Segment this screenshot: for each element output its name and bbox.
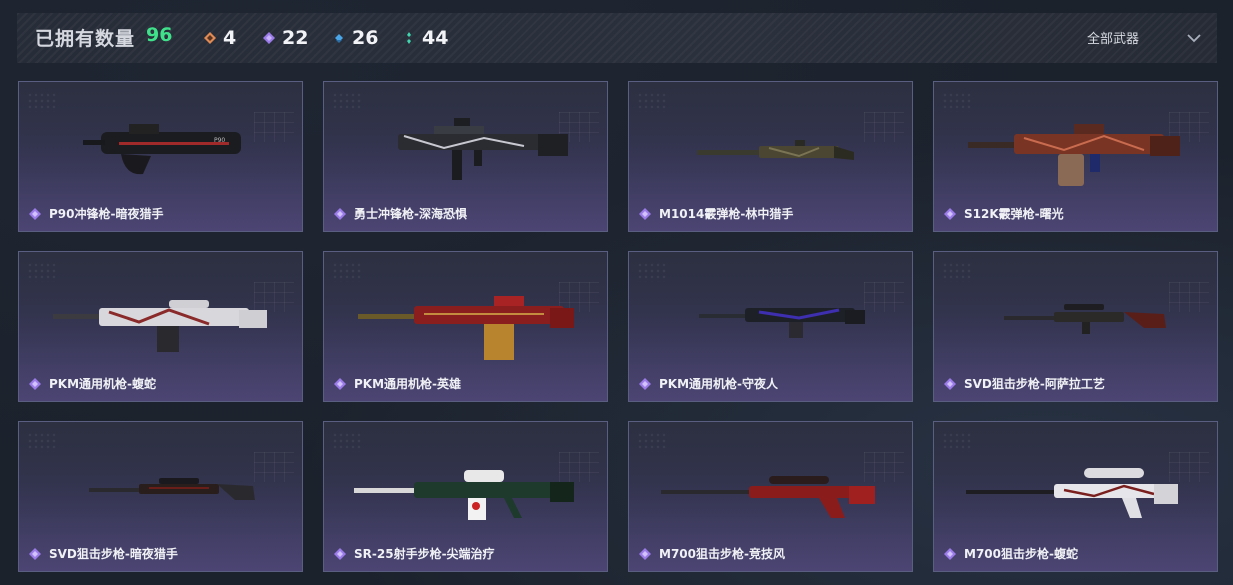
weapon-name: P90冲锋枪-暗夜猎手 bbox=[49, 207, 164, 221]
weapon-name: S12K霰弹枪-曙光 bbox=[964, 207, 1064, 221]
sr25-weapon-image bbox=[354, 470, 574, 520]
rarity-count-green: 44 bbox=[422, 27, 449, 49]
weapon-name-label: SVD狙击步枪-暗夜猎手 bbox=[29, 545, 178, 562]
weapon-name: PKM通用机枪-蝮蛇 bbox=[49, 377, 157, 391]
weapon-name: SR-25射手步枪-尖端治疗 bbox=[354, 547, 495, 561]
blue-diamond-icon bbox=[335, 34, 343, 43]
purple-diamond-icon bbox=[944, 207, 956, 220]
orange-diamond-icon bbox=[204, 32, 216, 44]
weapon-card[interactable]: S12K霰弹枪-曙光 bbox=[933, 81, 1218, 232]
rarity-stat-purple: 22 bbox=[262, 26, 308, 50]
purple-diamond-icon bbox=[944, 547, 956, 560]
pkm-weapon-image bbox=[699, 308, 865, 338]
svg-text:P90: P90 bbox=[214, 137, 225, 144]
weapon-filter-dropdown[interactable]: 全部武器 bbox=[1087, 28, 1203, 47]
owned-count-title: 已拥有数量 bbox=[35, 28, 136, 50]
smg-weapon-image bbox=[398, 118, 568, 180]
p90-weapon-image: P90 bbox=[83, 124, 241, 175]
rarity-count-orange: 4 bbox=[223, 27, 237, 49]
weapon-card[interactable]: M1014霰弹枪-林中猎手 bbox=[628, 81, 913, 232]
weapon-name: SVD狙击步枪-阿萨拉工艺 bbox=[964, 377, 1105, 391]
weapon-card[interactable]: SVD狙击步枪-暗夜猎手 bbox=[18, 421, 303, 572]
weapon-name: M1014霰弹枪-林中猎手 bbox=[659, 207, 794, 221]
purple-diamond-icon bbox=[29, 377, 41, 390]
weapon-name-label: SR-25射手步枪-尖端治疗 bbox=[334, 545, 495, 562]
rarity-count-blue: 26 bbox=[352, 27, 379, 49]
m700-weapon-image bbox=[966, 468, 1178, 518]
weapon-name-label: PKM通用机枪-蝮蛇 bbox=[29, 375, 156, 392]
rarity-stat-green: 44 bbox=[402, 26, 448, 50]
weapon-card[interactable]: PKM通用机枪-英雄 bbox=[323, 251, 608, 402]
purple-diamond-icon bbox=[639, 547, 651, 560]
weapon-card[interactable]: M700狙击步枪-蝮蛇 bbox=[933, 421, 1218, 572]
owned-count-total: 96 bbox=[146, 24, 173, 46]
green-diamond-icon bbox=[407, 32, 411, 44]
m700-weapon-image bbox=[661, 476, 875, 518]
purple-diamond-icon bbox=[29, 207, 41, 220]
weapon-card[interactable]: PKM通用机枪-守夜人 bbox=[628, 251, 913, 402]
purple-diamond-icon bbox=[334, 547, 346, 560]
weapon-name-label: PKM通用机枪-英雄 bbox=[334, 375, 461, 392]
purple-diamond-icon bbox=[263, 32, 275, 44]
weapon-name-label: M700狙击步枪-蝮蛇 bbox=[944, 545, 1078, 562]
rarity-stat-orange: 4 bbox=[203, 26, 236, 50]
svd-weapon-image bbox=[1004, 304, 1166, 334]
rarity-count-purple: 22 bbox=[282, 27, 309, 49]
purple-diamond-icon bbox=[944, 377, 956, 390]
weapon-name-label: M1014霰弹枪-林中猎手 bbox=[639, 205, 793, 222]
collection-header: 已拥有数量 96 4 22 26 44 全部武器 bbox=[17, 13, 1217, 63]
pkm-weapon-image bbox=[358, 296, 574, 360]
weapon-name: M700狙击步枪-竞技风 bbox=[659, 547, 785, 561]
purple-diamond-icon bbox=[334, 377, 346, 390]
m1014-weapon-image bbox=[697, 140, 854, 160]
weapon-name: PKM通用机枪-守夜人 bbox=[659, 377, 779, 391]
purple-diamond-icon bbox=[29, 547, 41, 560]
chevron-down-icon bbox=[1187, 33, 1201, 42]
weapon-name-label: 勇士冲锋枪-深海恐惧 bbox=[334, 205, 467, 222]
weapon-name: M700狙击步枪-蝮蛇 bbox=[964, 547, 1078, 561]
pkm-weapon-image bbox=[53, 300, 267, 352]
weapon-card[interactable]: 勇士冲锋枪-深海恐惧 bbox=[323, 81, 608, 232]
weapon-name: 勇士冲锋枪-深海恐惧 bbox=[354, 207, 467, 221]
weapon-name-label: M700狙击步枪-竞技风 bbox=[639, 545, 785, 562]
weapon-name-label: SVD狙击步枪-阿萨拉工艺 bbox=[944, 375, 1105, 392]
weapon-card[interactable]: PKM通用机枪-蝮蛇 bbox=[18, 251, 303, 402]
purple-diamond-icon bbox=[334, 207, 346, 220]
rarity-stat-blue: 26 bbox=[332, 26, 378, 50]
purple-diamond-icon bbox=[639, 207, 651, 220]
s12k-weapon-image bbox=[968, 124, 1180, 186]
weapon-card[interactable]: SVD狙击步枪-阿萨拉工艺 bbox=[933, 251, 1218, 402]
weapon-name-label: PKM通用机枪-守夜人 bbox=[639, 375, 778, 392]
weapon-card[interactable]: M700狙击步枪-竞技风 bbox=[628, 421, 913, 572]
weapon-name-label: P90冲锋枪-暗夜猎手 bbox=[29, 205, 163, 222]
weapon-card[interactable]: SR-25射手步枪-尖端治疗 bbox=[323, 421, 608, 572]
weapon-name-label: S12K霰弹枪-曙光 bbox=[944, 205, 1064, 222]
svd-weapon-image bbox=[89, 478, 255, 500]
purple-diamond-icon bbox=[639, 377, 651, 390]
weapon-name: SVD狙击步枪-暗夜猎手 bbox=[49, 547, 178, 561]
weapon-card[interactable]: P90 P90冲锋枪-暗夜猎手 bbox=[18, 81, 303, 232]
weapon-filter-label: 全部武器 bbox=[1086, 32, 1139, 47]
weapon-name: PKM通用机枪-英雄 bbox=[354, 377, 462, 391]
